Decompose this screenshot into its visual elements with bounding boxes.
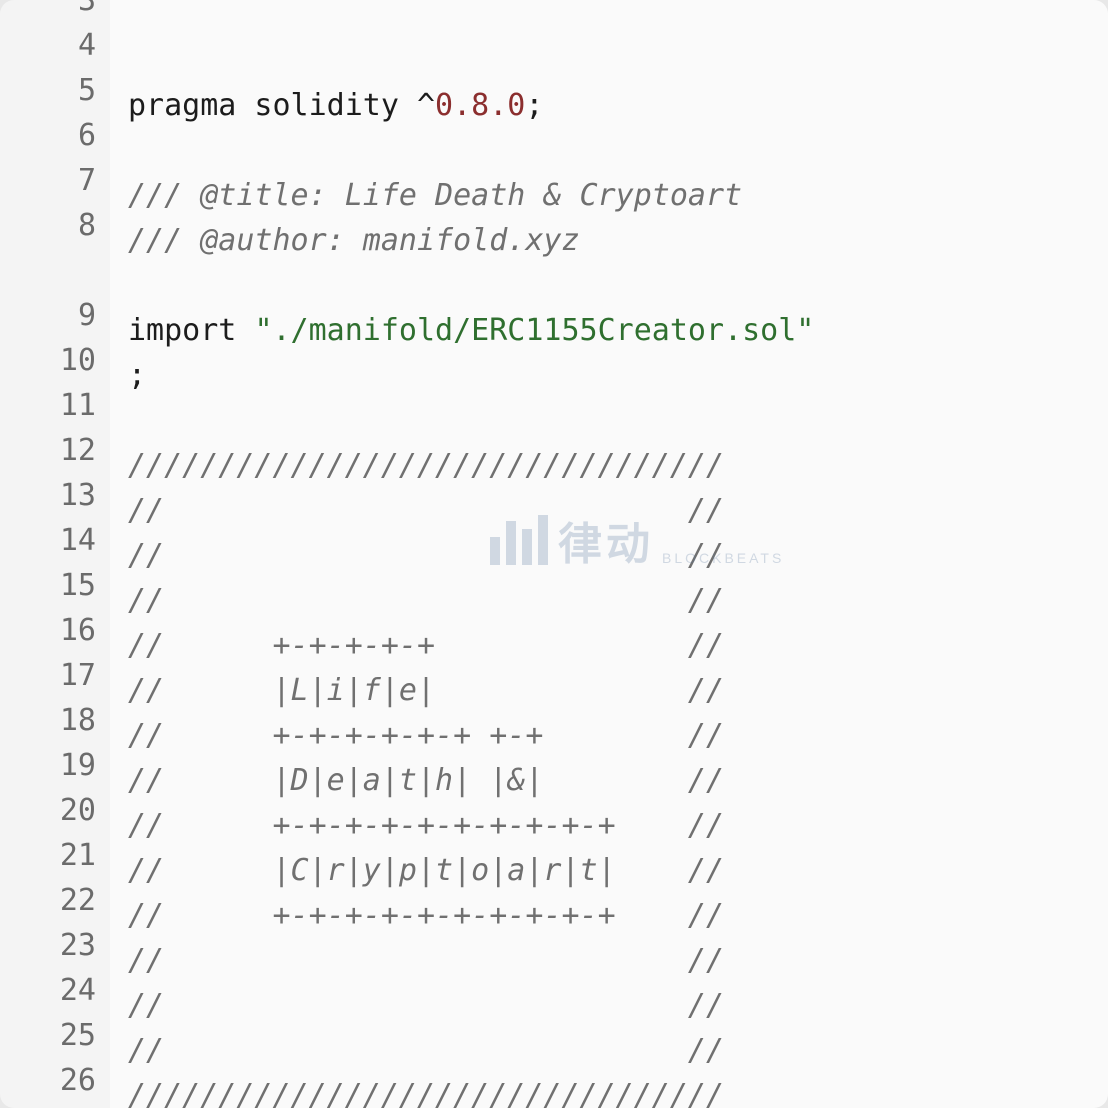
line-number: 11 [20, 383, 96, 428]
code-line: // +-+-+-+-+-+ +-+ // [128, 713, 1108, 758]
line-number: 22 [20, 878, 96, 923]
comment-text: // |C|r|y|p|t|o|a|r|t| // [128, 853, 724, 888]
comment-text: /// @author: manifold.xyz [128, 223, 580, 258]
code-line: import "./manifold/ERC1155Creator.sol" [128, 308, 1108, 353]
line-number: 13 [20, 473, 96, 518]
string-literal: "./manifold/ERC1155Creator.sol" [254, 313, 814, 348]
code-line [128, 398, 1108, 443]
comment-text: ///////////////////////////////// [128, 1078, 724, 1108]
code-line: // |L|i|f|e| // [128, 668, 1108, 713]
comment-text: // // [128, 943, 724, 978]
code-line: // // [128, 1028, 1108, 1073]
code-line: pragma solidity ^0.8.0; [128, 83, 1108, 128]
line-number: 6 [20, 113, 96, 158]
comment-text: // +-+-+-+-+ // [128, 628, 724, 663]
code-line: // |C|r|y|p|t|o|a|r|t| // [128, 848, 1108, 893]
code-area: 律动 BLOCKBEATS pragma solidity ^0.8.0;///… [110, 0, 1108, 1108]
comment-text: // +-+-+-+-+-+-+-+-+-+ // [128, 808, 724, 843]
line-number: 4 [20, 23, 96, 68]
code-editor: 345678 9101112131415161718192021222324252… [0, 0, 1108, 1108]
line-number: 17 [20, 653, 96, 698]
line-number: 7 [20, 158, 96, 203]
code-line: // +-+-+-+-+-+-+-+-+-+ // [128, 803, 1108, 848]
line-number: 18 [20, 698, 96, 743]
code-line: /// @author: manifold.xyz [128, 218, 1108, 263]
line-number: 5 [20, 68, 96, 113]
semicolon: ; [525, 88, 543, 123]
line-number: 16 [20, 608, 96, 653]
code-line: // |D|e|a|t|h| |&| // [128, 758, 1108, 803]
code-line: // // [128, 938, 1108, 983]
code-line: /// @title: Life Death & Cryptoart [128, 173, 1108, 218]
code-line [128, 128, 1108, 173]
comment-text: // +-+-+-+-+-+ +-+ // [128, 718, 724, 753]
code-line: // // [128, 488, 1108, 533]
code-line: // // [128, 983, 1108, 1028]
comment-text: /// @title: Life Death & Cryptoart [128, 178, 742, 213]
comment-text: ///////////////////////////////// [128, 448, 724, 483]
line-number: 3 [20, 0, 96, 23]
comment-text: // +-+-+-+-+-+-+-+-+-+ // [128, 898, 724, 933]
line-number: 21 [20, 833, 96, 878]
line-number: 10 [20, 338, 96, 383]
code-line [128, 263, 1108, 308]
line-number: 26 [20, 1058, 96, 1103]
code-line: ///////////////////////////////// [128, 443, 1108, 488]
code-line: // +-+-+-+-+ // [128, 623, 1108, 668]
code-line: // // [128, 533, 1108, 578]
keyword: import [128, 313, 254, 348]
line-number: 12 [20, 428, 96, 473]
line-number-wrap [20, 248, 96, 293]
comment-text: // // [128, 493, 724, 528]
line-number: 19 [20, 743, 96, 788]
line-number: 25 [20, 1013, 96, 1058]
comment-text: // // [128, 988, 724, 1023]
caret-prefix: ^ [417, 88, 435, 123]
line-number: 24 [20, 968, 96, 1013]
code-line-wrap: ; [128, 353, 1108, 398]
version-literal: 0.8.0 [435, 88, 525, 123]
comment-text: // |L|i|f|e| // [128, 673, 724, 708]
line-number: 9 [20, 293, 96, 338]
code-line: // // [128, 578, 1108, 623]
line-number: 8 [20, 203, 96, 248]
comment-text: // // [128, 583, 724, 618]
semicolon: ; [128, 358, 146, 393]
comment-text: // |D|e|a|t|h| |&| // [128, 763, 724, 798]
comment-text: // // [128, 1033, 724, 1068]
comment-text: // // [128, 538, 724, 573]
line-number: 20 [20, 788, 96, 833]
line-number: 15 [20, 563, 96, 608]
code-line: // +-+-+-+-+-+-+-+-+-+ // [128, 893, 1108, 938]
line-number: 23 [20, 923, 96, 968]
keyword: pragma solidity [128, 88, 417, 123]
line-number-gutter: 345678 9101112131415161718192021222324252… [0, 0, 110, 1108]
line-number: 14 [20, 518, 96, 563]
code-line: ///////////////////////////////// [128, 1073, 1108, 1108]
